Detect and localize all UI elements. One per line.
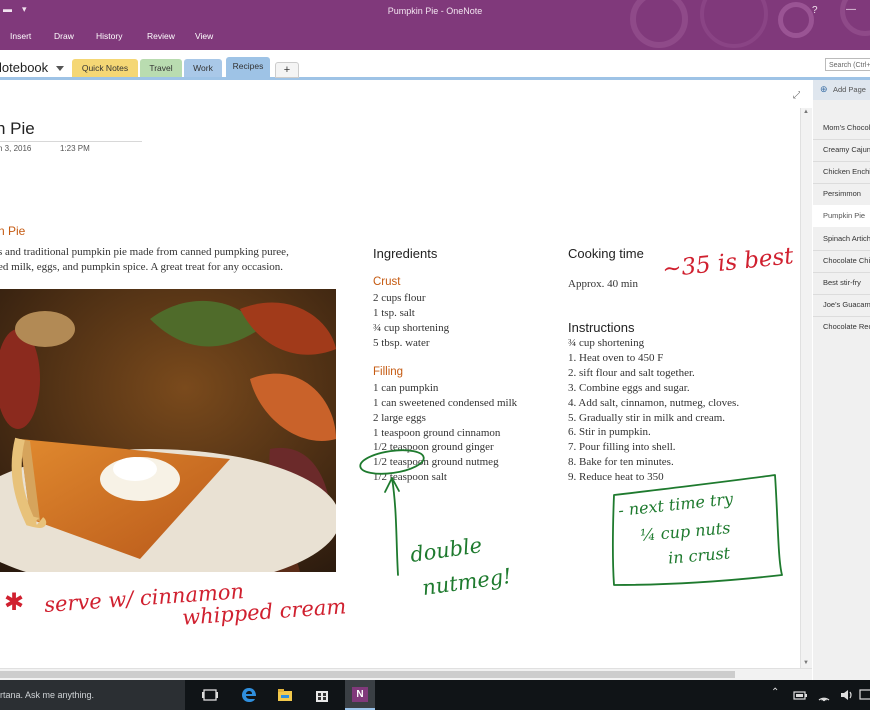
filling-item: 1/2 teaspoon ground nutmeg [373,456,499,468]
page-item[interactable]: Chocolate Recipe [823,322,870,331]
task-view-icon[interactable] [202,687,218,703]
page-divider [813,272,870,273]
tab-travel[interactable]: Travel [140,59,182,77]
add-page-label[interactable]: Add Page [833,85,866,94]
instruction-line: 3. Combine eggs and sugar. [568,382,690,394]
scroll-thumb[interactable] [0,671,735,678]
filling-heading: Filling [373,366,404,378]
battery-icon[interactable] [792,687,808,703]
page-item[interactable]: Chocolate Chip [823,256,870,265]
page-item[interactable]: Mom's Chocolate [823,123,870,132]
page-item[interactable]: Joe's Guacamole [823,300,870,309]
crust-item: 2 cups flour [373,292,426,304]
tab-work[interactable]: Work [184,59,222,77]
tab-quick-notes[interactable]: Quick Notes [72,59,138,77]
page-item[interactable]: Creamy Cajun [823,145,870,154]
tab-recipes[interactable]: Recipes [226,57,270,77]
vertical-scrollbar[interactable]: ▲ ▼ [800,108,812,668]
edge-browser-icon[interactable] [241,687,257,703]
filling-item: 1 can pumpkin [373,382,439,394]
instruction-line: 6. Stir in pumpkin. [568,426,651,438]
scroll-down-icon[interactable]: ▼ [803,660,809,666]
crust-item: ¾ cup shortening [373,322,450,334]
page-divider [813,250,870,251]
instruction-line: ¾ cup shortening [568,337,645,349]
page-divider [813,294,870,295]
cortana-placeholder[interactable]: rtana. Ask me anything. [0,690,94,700]
page-item-label[interactable]: Pumpkin Pie [823,211,865,220]
recipe-heading: n Pie [0,224,26,238]
horizontal-scrollbar[interactable] [0,668,812,680]
cortana-search-box[interactable]: rtana. Ask me anything. [0,680,185,710]
pages-pane: ⊕ Add Page Mom's Chocolate Creamy Cajun … [813,80,870,680]
minimize-icon[interactable]: — [846,4,856,15]
search-input[interactable]: Search (Ctrl+ [825,58,870,71]
page-item[interactable]: Best stir-fry [823,278,861,287]
notebook-name[interactable]: lotebook [0,60,48,75]
file-explorer-icon[interactable] [277,687,293,703]
page-item[interactable]: Chicken Enchiladas [823,167,870,176]
cooking-time-heading: Cooking time [568,246,644,261]
page-date: h 3, 2016 [0,144,32,153]
page-item[interactable]: Persimmon [823,189,861,198]
page-divider [813,161,870,162]
ink-star-icon: ✱ [4,588,25,616]
instruction-line: 2. sift flour and salt together. [568,367,695,379]
page-divider [813,316,870,317]
instruction-line: 4. Add salt, cinnamon, nutmeg, cloves. [568,397,740,409]
action-center-icon[interactable] [858,687,870,703]
title-underline [0,141,142,142]
decorative-art [630,0,688,48]
decorative-art [700,0,768,48]
crust-heading: Crust [373,276,401,288]
pumpkin-pie-photo[interactable] [0,289,336,572]
filling-item: 1 can sweetened condensed milk [373,397,518,409]
instruction-line: 5. Gradually stir in milk and cream. [568,412,726,424]
instruction-line: 1. Heat oven to 450 F [568,352,664,364]
add-page-icon[interactable]: ⊕ [820,84,828,95]
wifi-icon[interactable] [816,687,832,703]
description-line: s and traditional pumpkin pie made from … [0,246,289,258]
page-time: 1:23 PM [60,144,90,153]
menu-view[interactable]: View [195,31,213,41]
help-icon[interactable]: ? [812,5,818,16]
taskbar: rtana. Ask me anything. N ⌃ [0,680,870,710]
notebook-dropdown-icon[interactable] [56,66,64,71]
title-bar: ▬ ▾ Pumpkin Pie - OneNote ? — Insert Dra… [0,0,870,50]
filling-item: 2 large eggs [373,412,426,424]
description-line: ed milk, eggs, and pumpkin spice. A grea… [0,261,284,273]
filling-item: 1 teaspoon ground cinnamon [373,427,501,439]
instructions-heading: Instructions [568,320,635,335]
page-divider [813,139,870,140]
page-title[interactable]: n Pie [0,119,35,139]
onenote-icon[interactable]: N [352,687,368,702]
instruction-line: 8. Bake for ten minutes. [568,456,674,468]
scroll-up-icon[interactable]: ▲ [803,109,809,115]
page-item[interactable]: Spinach Artichoke [823,234,870,243]
show-hidden-icons-chevron-icon[interactable]: ⌃ [771,687,779,698]
add-page-bar[interactable]: ⊕ Add Page [813,80,870,100]
onenote-taskbar-button[interactable]: N [345,680,375,710]
decorative-art [778,2,814,38]
instruction-line: 9. Reduce heat to 350 [568,471,664,483]
page-item-selected[interactable]: Pumpkin Pie [813,205,870,227]
instruction-line: 7. Pour filling into shell. [568,441,676,453]
filling-item: 1/2 teaspoon ground ginger [373,441,494,453]
volume-icon[interactable] [839,687,855,703]
add-section-button[interactable]: + [275,62,299,78]
filling-item: 1/2 teaspoon salt [373,471,447,483]
page-divider [813,183,870,184]
store-icon[interactable] [314,687,330,703]
ingredients-heading: Ingredients [373,246,438,261]
notebook-bar: lotebook Quick Notes Travel Work Recipes… [0,50,870,80]
menu-history[interactable]: History [96,31,122,41]
expand-icon[interactable]: ⤢ [793,90,800,101]
menu-draw[interactable]: Draw [54,31,74,41]
cooking-time-value: Approx. 40 min [568,278,638,290]
menu-review[interactable]: Review [147,31,175,41]
crust-item: 5 tbsp. water [373,337,430,349]
menu-insert[interactable]: Insert [10,31,31,41]
crust-item: 1 tsp. salt [373,307,415,319]
